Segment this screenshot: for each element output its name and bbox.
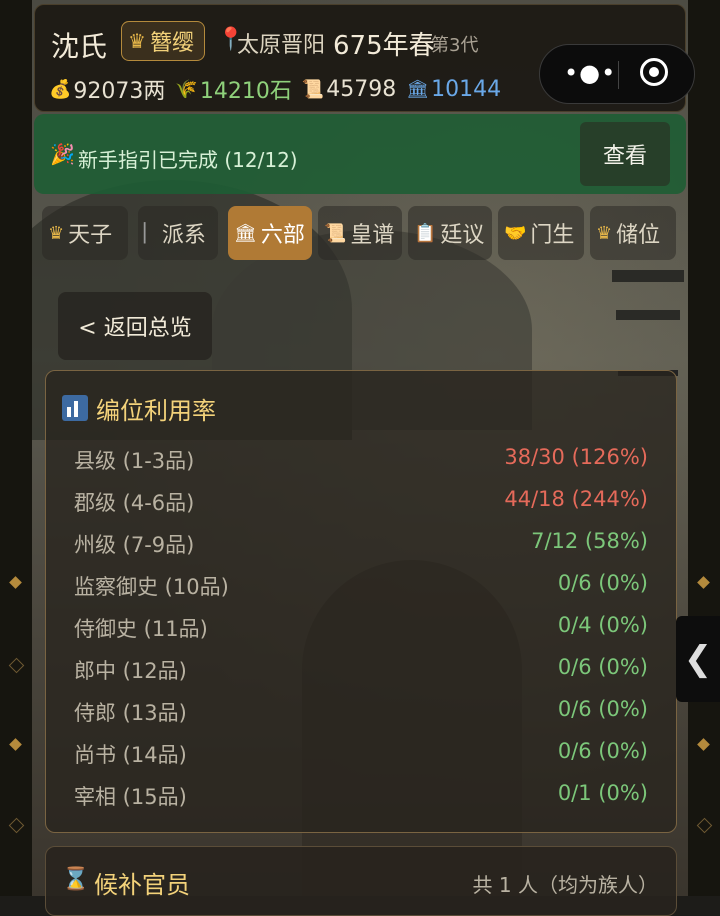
rank-label: 尚书 (14品) bbox=[74, 743, 187, 767]
rank-label: 监察御史 (10品) bbox=[74, 575, 229, 599]
scroll-icon: 📜 bbox=[301, 78, 325, 100]
rank-value: 0/6 (0%) bbox=[557, 571, 648, 595]
location-text: 太原晋阳 bbox=[237, 33, 326, 58]
tab-imperial-genealogy[interactable]: 📜 皇谱 bbox=[318, 206, 402, 260]
diamond-ornament bbox=[697, 738, 710, 751]
utilization-row: 监察御史 (10品) 0/6 (0%) bbox=[74, 571, 648, 601]
bank-icon: 🏛 bbox=[406, 78, 430, 100]
rank-label: 侍郎 (13品) bbox=[74, 701, 187, 725]
rank-value: 0/6 (0%) bbox=[557, 739, 648, 763]
party-popper-icon: 🎉 bbox=[50, 142, 75, 166]
hourglass-icon: ⌛ bbox=[62, 867, 90, 892]
miniprogram-capsule: •●• bbox=[539, 44, 695, 104]
rank-value: 0/4 (0%) bbox=[557, 613, 648, 637]
generation: 第3代 bbox=[431, 35, 479, 56]
rank-value: 44/18 (244%) bbox=[504, 487, 648, 511]
view-button[interactable]: 查看 bbox=[580, 122, 670, 186]
rank-value: 38/30 (126%) bbox=[504, 445, 648, 469]
resource-value: 45798 bbox=[326, 76, 397, 102]
rank-value: 7/12 (58%) bbox=[531, 529, 648, 553]
banner-text: 新手指引已完成 (12/12) bbox=[78, 148, 298, 172]
utilization-row: 州级 (7-9品) 7/12 (58%) bbox=[74, 529, 648, 559]
more-options-icon[interactable]: •●• bbox=[564, 59, 616, 87]
resource-value: 92073两 bbox=[73, 79, 166, 104]
tab-label: 皇谱 bbox=[350, 223, 395, 248]
close-miniprogram-icon[interactable] bbox=[640, 58, 668, 86]
candidate-officials-panel[interactable]: ⌛ 候补官员 共 1 人（均为族人） bbox=[45, 846, 677, 916]
diamond-ornament bbox=[697, 576, 710, 589]
rank-label: 侍御史 (11品) bbox=[74, 617, 208, 641]
handshake-icon: 🤝 bbox=[504, 222, 527, 244]
utilization-row: 郎中 (12品) 0/6 (0%) bbox=[74, 655, 648, 685]
resource-row: 💰 92073两 🌾 14210石 📜 45798 🏛 10144 bbox=[49, 73, 501, 105]
grain-icon: 🌾 bbox=[175, 78, 198, 100]
tab-label: 派系 bbox=[161, 223, 206, 248]
utilization-row: 宰相 (15品) 0/1 (0%) bbox=[74, 781, 648, 811]
chevron-left-icon: ❮ bbox=[683, 639, 713, 679]
tab-label: 廷议 bbox=[440, 223, 485, 248]
utilization-row: 尚书 (14品) 0/6 (0%) bbox=[74, 739, 648, 769]
tab-label: 门生 bbox=[530, 223, 575, 248]
tab-faction[interactable]: ▏ 派系 bbox=[138, 206, 218, 260]
back-to-overview-button[interactable]: < 返回总览 bbox=[58, 292, 212, 360]
rank-label: 郎中 (12品) bbox=[74, 659, 187, 683]
flag-icon: ▏ bbox=[144, 222, 158, 244]
resource-bank: 🏛 10144 bbox=[406, 73, 501, 105]
tab-label: 储位 bbox=[616, 223, 661, 248]
utilization-row: 县级 (1-3品) 38/30 (126%) bbox=[74, 445, 648, 475]
panel-title: 编位利用率 bbox=[96, 397, 216, 425]
title-badge[interactable]: ♛ 簪缨 bbox=[121, 21, 205, 61]
pagoda-illustration bbox=[612, 260, 684, 376]
utilization-row: 郡级 (4-6品) 44/18 (244%) bbox=[74, 487, 648, 517]
diamond-ornament bbox=[9, 576, 22, 589]
crown-icon: ♛ bbox=[596, 222, 613, 244]
diamond-ornament bbox=[696, 817, 713, 834]
resource-scroll: 📜 45798 bbox=[302, 73, 396, 105]
clan-name: 沈氏 bbox=[51, 30, 108, 63]
guide-complete-banner: 🎉 新手指引已完成 (12/12) 查看 bbox=[34, 114, 686, 194]
rank-value: 0/6 (0%) bbox=[557, 697, 648, 721]
clipboard-icon: 📋 bbox=[414, 222, 437, 244]
candidate-count: 共 1 人（均为族人） bbox=[472, 873, 658, 897]
tab-court-debate[interactable]: 📋 廷议 bbox=[408, 206, 492, 260]
resource-value: 14210石 bbox=[199, 79, 292, 104]
title-badge-label: 簪缨 bbox=[149, 31, 194, 56]
resource-value: 10144 bbox=[431, 76, 502, 102]
tab-succession[interactable]: ♛ 储位 bbox=[590, 206, 676, 260]
crown-icon: ♛ bbox=[128, 29, 146, 53]
rank-label: 州级 (7-9品) bbox=[74, 533, 195, 557]
utilization-panel: 编位利用率 县级 (1-3品) 38/30 (126%) 郡级 (4-6品) 4… bbox=[45, 370, 677, 833]
tab-label: 天子 bbox=[68, 223, 113, 248]
utilization-row: 侍御史 (11品) 0/4 (0%) bbox=[74, 613, 648, 643]
scroll-icon: 📜 bbox=[324, 222, 347, 244]
year-season: 675年春 bbox=[333, 31, 435, 61]
resource-money: 💰 92073两 bbox=[49, 73, 165, 105]
tab-disciples[interactable]: 🤝 门生 bbox=[498, 206, 584, 260]
bar-chart-icon bbox=[62, 395, 88, 421]
side-drawer-toggle[interactable]: ❮ bbox=[676, 616, 720, 702]
resource-grain: 🌾 14210石 bbox=[175, 73, 291, 105]
utilization-row: 侍郎 (13品) 0/6 (0%) bbox=[74, 697, 648, 727]
diamond-ornament bbox=[8, 817, 25, 834]
right-rail bbox=[688, 0, 720, 896]
crown-icon: ♛ bbox=[48, 222, 65, 244]
bank-icon: 🏛 bbox=[234, 222, 257, 244]
panel-title: 候补官员 bbox=[94, 871, 190, 899]
ministry-tabs: ♛ 天子 ▏ 派系 🏛 六部 📜 皇谱 📋 廷议 🤝 门生 ♛ 储位 bbox=[42, 206, 682, 260]
capsule-divider bbox=[618, 61, 619, 89]
rank-label: 郡级 (4-6品) bbox=[74, 491, 195, 515]
left-rail bbox=[0, 0, 32, 896]
tab-label: 六部 bbox=[260, 223, 305, 248]
money-bag-icon: 💰 bbox=[49, 78, 72, 100]
tab-tianzi[interactable]: ♛ 天子 bbox=[42, 206, 128, 260]
diamond-ornament bbox=[8, 657, 25, 674]
rank-value: 0/6 (0%) bbox=[557, 655, 648, 679]
tab-six-ministries[interactable]: 🏛 六部 bbox=[228, 206, 312, 260]
rank-value: 0/1 (0%) bbox=[557, 781, 648, 805]
rank-label: 宰相 (15品) bbox=[74, 785, 187, 809]
diamond-ornament bbox=[9, 738, 22, 751]
rank-label: 县级 (1-3品) bbox=[74, 449, 195, 473]
